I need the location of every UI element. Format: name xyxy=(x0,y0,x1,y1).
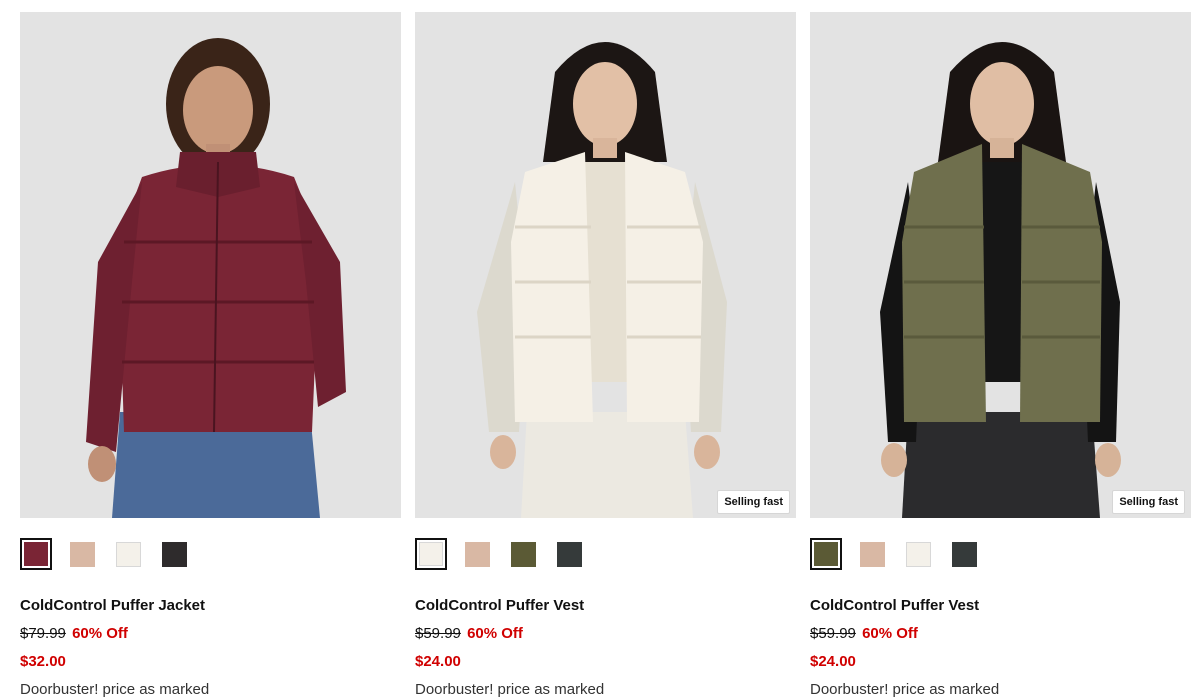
discount-label: 60% Off xyxy=(72,625,128,642)
swatch-chip xyxy=(464,541,490,567)
swatch-chip xyxy=(814,542,838,566)
product-card: Selling fast ColdControl Puffer Vest $59… xyxy=(810,12,1191,699)
discount-label: 60% Off xyxy=(467,625,523,642)
model-photo xyxy=(415,12,796,518)
swatch-chip xyxy=(115,541,141,567)
original-price: $59.99 xyxy=(415,625,461,642)
promo-text: Doorbuster! price as marked xyxy=(415,681,605,698)
model-photo xyxy=(810,12,1191,518)
original-price: $79.99 xyxy=(20,625,66,642)
promo-text: Doorbuster! price as marked xyxy=(20,681,210,698)
color-swatch[interactable] xyxy=(461,538,493,570)
color-swatch[interactable] xyxy=(158,538,190,570)
color-swatches xyxy=(20,537,401,571)
product-title[interactable]: ColdControl Puffer Vest xyxy=(415,597,796,615)
product-image[interactable]: Selling fast xyxy=(810,12,1191,518)
color-swatch[interactable] xyxy=(66,538,98,570)
product-card: ColdControl Puffer Jacket $79.99 60% Off… xyxy=(20,12,401,699)
promo-text: Doorbuster! price as marked xyxy=(810,681,1000,698)
sale-price: $24.00 xyxy=(415,653,461,670)
sale-price: $24.00 xyxy=(810,653,856,670)
sale-price: $32.00 xyxy=(20,653,66,670)
swatch-chip xyxy=(951,541,977,567)
product-grid: ColdControl Puffer Jacket $79.99 60% Off… xyxy=(0,0,1200,700)
color-swatch[interactable] xyxy=(553,538,585,570)
color-swatch[interactable] xyxy=(948,538,980,570)
swatch-chip xyxy=(556,541,582,567)
product-title[interactable]: ColdControl Puffer Vest xyxy=(810,597,1191,615)
color-swatches xyxy=(810,537,1191,571)
discount-label: 60% Off xyxy=(862,625,918,642)
color-swatch[interactable] xyxy=(112,538,144,570)
swatch-chip xyxy=(24,542,48,566)
color-swatch[interactable] xyxy=(856,538,888,570)
color-swatch[interactable] xyxy=(507,538,539,570)
swatch-chip xyxy=(859,541,885,567)
product-image[interactable]: Selling fast xyxy=(415,12,796,518)
swatch-chip xyxy=(905,541,931,567)
selling-fast-badge: Selling fast xyxy=(717,490,790,514)
swatch-chip xyxy=(510,541,536,567)
swatch-chip xyxy=(69,541,95,567)
selling-fast-badge: Selling fast xyxy=(1112,490,1185,514)
color-swatch[interactable] xyxy=(902,538,934,570)
color-swatch[interactable] xyxy=(810,538,842,570)
product-image[interactable] xyxy=(20,12,401,518)
product-title[interactable]: ColdControl Puffer Jacket xyxy=(20,597,401,615)
swatch-chip xyxy=(161,541,187,567)
swatch-chip xyxy=(419,542,443,566)
model-photo xyxy=(20,12,401,518)
price-row: $59.99 60% Off xyxy=(810,625,1191,643)
color-swatches xyxy=(415,537,796,571)
original-price: $59.99 xyxy=(810,625,856,642)
color-swatch[interactable] xyxy=(20,538,52,570)
price-row: $79.99 60% Off xyxy=(20,625,401,643)
price-row: $59.99 60% Off xyxy=(415,625,796,643)
product-card: Selling fast ColdControl Puffer Vest $59… xyxy=(415,12,796,699)
color-swatch[interactable] xyxy=(415,538,447,570)
